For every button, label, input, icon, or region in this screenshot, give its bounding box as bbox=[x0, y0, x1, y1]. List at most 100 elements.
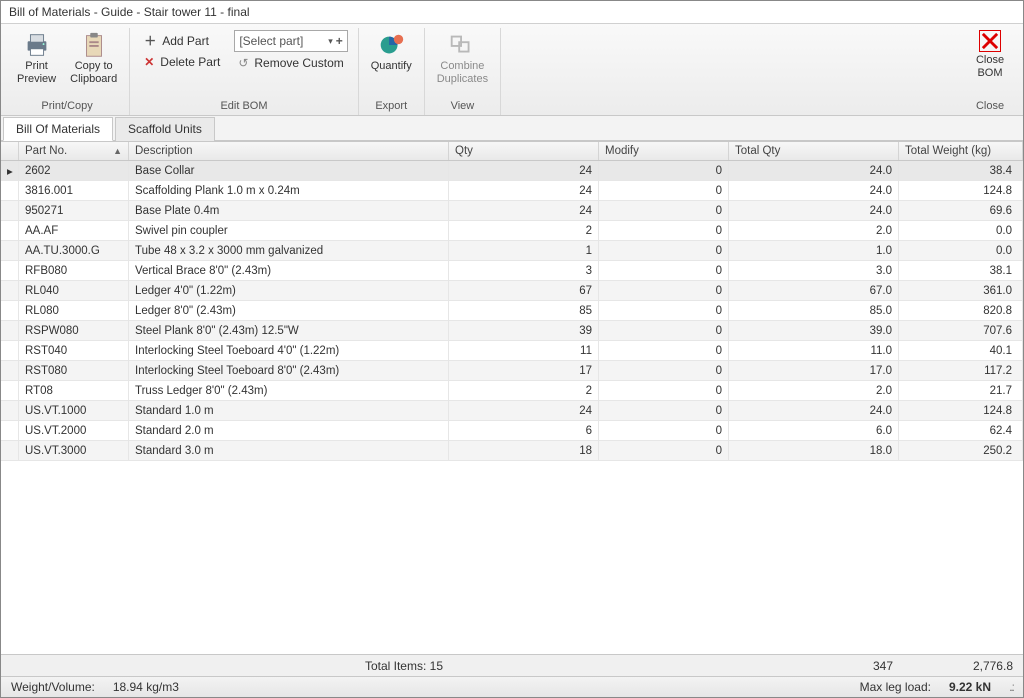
table-row[interactable]: US.VT.2000Standard 2.0 m606.062.4 bbox=[1, 421, 1023, 441]
cell-modify[interactable]: 0 bbox=[599, 161, 729, 180]
total-qty-value: 347 bbox=[729, 657, 899, 675]
grid-body[interactable]: ▸2602Base Collar24024.038.43816.001Scaff… bbox=[1, 161, 1023, 654]
table-row[interactable]: AA.AFSwivel pin coupler202.00.0 bbox=[1, 221, 1023, 241]
cell-description: Tube 48 x 3.2 x 3000 mm galvanized bbox=[129, 241, 449, 260]
cell-description: Steel Plank 8'0" (2.43m) 12.5"W bbox=[129, 321, 449, 340]
table-row[interactable]: RST040Interlocking Steel Toeboard 4'0" (… bbox=[1, 341, 1023, 361]
clipboard-icon bbox=[79, 30, 109, 60]
cell-modify[interactable]: 0 bbox=[599, 301, 729, 320]
cell-description: Interlocking Steel Toeboard 8'0" (2.43m) bbox=[129, 361, 449, 380]
cell-description: Vertical Brace 8'0" (2.43m) bbox=[129, 261, 449, 280]
cell-total-qty: 6.0 bbox=[729, 421, 899, 440]
cell-modify[interactable]: 0 bbox=[599, 381, 729, 400]
cell-modify[interactable]: 0 bbox=[599, 241, 729, 260]
cell-qty[interactable]: 17 bbox=[449, 361, 599, 380]
col-total-qty[interactable]: Total Qty bbox=[729, 142, 899, 160]
cell-total-weight: 62.4 bbox=[899, 421, 1023, 440]
cell-modify[interactable]: 0 bbox=[599, 421, 729, 440]
cell-modify[interactable]: 0 bbox=[599, 181, 729, 200]
cell-modify[interactable]: 0 bbox=[599, 321, 729, 340]
table-row[interactable]: RT08Truss Ledger 8'0" (2.43m)202.021.7 bbox=[1, 381, 1023, 401]
ribbon-group-label: Close bbox=[967, 98, 1013, 115]
cell-modify[interactable]: 0 bbox=[599, 261, 729, 280]
tab-scaffold-units[interactable]: Scaffold Units bbox=[115, 117, 215, 141]
tab-bom[interactable]: Bill Of Materials bbox=[3, 117, 113, 141]
cell-modify[interactable]: 0 bbox=[599, 401, 729, 420]
remove-custom-button[interactable]: ↺ Remove Custom bbox=[234, 54, 347, 72]
cell-qty[interactable]: 24 bbox=[449, 181, 599, 200]
cell-qty[interactable]: 11 bbox=[449, 341, 599, 360]
copy-clipboard-button[interactable]: Copy to Clipboard bbox=[64, 28, 123, 87]
cell-qty[interactable]: 6 bbox=[449, 421, 599, 440]
table-row[interactable]: ▸2602Base Collar24024.038.4 bbox=[1, 161, 1023, 181]
close-bom-button[interactable]: Close BOM bbox=[967, 28, 1013, 81]
table-row[interactable]: 3816.001Scaffolding Plank 1.0 m x 0.24m2… bbox=[1, 181, 1023, 201]
cell-total-qty: 1.0 bbox=[729, 241, 899, 260]
cell-modify[interactable]: 0 bbox=[599, 341, 729, 360]
ribbon-group-label: Print/Copy bbox=[11, 98, 123, 115]
cell-qty[interactable]: 39 bbox=[449, 321, 599, 340]
cell-total-weight: 820.8 bbox=[899, 301, 1023, 320]
cell-part-no: US.VT.2000 bbox=[19, 421, 129, 440]
table-row[interactable]: RL080Ledger 8'0" (2.43m)85085.0820.8 bbox=[1, 301, 1023, 321]
cell-modify[interactable]: 0 bbox=[599, 361, 729, 380]
print-preview-button[interactable]: Print Preview bbox=[11, 28, 62, 87]
table-row[interactable]: RSPW080Steel Plank 8'0" (2.43m) 12.5"W39… bbox=[1, 321, 1023, 341]
table-row[interactable]: RST080Interlocking Steel Toeboard 8'0" (… bbox=[1, 361, 1023, 381]
col-description[interactable]: Description bbox=[129, 142, 449, 160]
cell-modify[interactable]: 0 bbox=[599, 441, 729, 460]
table-row[interactable]: AA.TU.3000.GTube 48 x 3.2 x 3000 mm galv… bbox=[1, 241, 1023, 261]
cell-qty[interactable]: 85 bbox=[449, 301, 599, 320]
cell-part-no: RL040 bbox=[19, 281, 129, 300]
add-part-button[interactable]: ＋ Add Part bbox=[140, 30, 224, 51]
quantify-icon bbox=[376, 30, 406, 60]
cell-part-no: RFB080 bbox=[19, 261, 129, 280]
cell-qty[interactable]: 2 bbox=[449, 221, 599, 240]
cell-qty[interactable]: 24 bbox=[449, 161, 599, 180]
row-indicator bbox=[1, 321, 19, 340]
table-row[interactable]: RFB080Vertical Brace 8'0" (2.43m)303.038… bbox=[1, 261, 1023, 281]
combine-duplicates-button[interactable]: Combine Duplicates bbox=[431, 28, 494, 87]
ribbon-group-print: Print Preview Copy to Clipboard Print/Co… bbox=[5, 28, 130, 115]
resize-grip-icon[interactable]: ..: bbox=[1009, 680, 1013, 694]
cell-modify[interactable]: 0 bbox=[599, 281, 729, 300]
table-row[interactable]: US.VT.3000Standard 3.0 m18018.0250.2 bbox=[1, 441, 1023, 461]
cell-total-weight: 40.1 bbox=[899, 341, 1023, 360]
select-part-dropdown[interactable]: [Select part] ▾ + bbox=[234, 30, 347, 52]
ribbon-group-export: Quantify Export bbox=[359, 28, 425, 115]
cell-qty[interactable]: 18 bbox=[449, 441, 599, 460]
ribbon-group-view: Combine Duplicates View bbox=[425, 28, 501, 115]
row-indicator bbox=[1, 201, 19, 220]
cell-total-qty: 24.0 bbox=[729, 181, 899, 200]
table-row[interactable]: RL040Ledger 4'0" (1.22m)67067.0361.0 bbox=[1, 281, 1023, 301]
cell-qty[interactable]: 2 bbox=[449, 381, 599, 400]
cell-qty[interactable]: 3 bbox=[449, 261, 599, 280]
total-weight-value: 2,776.8 bbox=[899, 657, 1023, 675]
cell-part-no: 950271 bbox=[19, 201, 129, 220]
ribbon-group-label: Export bbox=[365, 98, 418, 115]
cell-qty[interactable]: 24 bbox=[449, 401, 599, 420]
cell-total-qty: 11.0 bbox=[729, 341, 899, 360]
table-row[interactable]: 950271Base Plate 0.4m24024.069.6 bbox=[1, 201, 1023, 221]
table-row[interactable]: US.VT.1000Standard 1.0 m24024.0124.8 bbox=[1, 401, 1023, 421]
col-part-no[interactable]: Part No. ▲ bbox=[19, 142, 129, 160]
undo-icon: ↺ bbox=[238, 56, 248, 70]
quantify-button[interactable]: Quantify bbox=[365, 28, 418, 75]
max-leg-label: Max leg load: bbox=[860, 680, 931, 694]
cell-total-weight: 38.4 bbox=[899, 161, 1023, 180]
cell-qty[interactable]: 67 bbox=[449, 281, 599, 300]
cell-total-qty: 24.0 bbox=[729, 161, 899, 180]
col-total-weight[interactable]: Total Weight (kg) bbox=[899, 142, 1023, 160]
col-modify[interactable]: Modify bbox=[599, 142, 729, 160]
cell-description: Scaffolding Plank 1.0 m x 0.24m bbox=[129, 181, 449, 200]
cell-description: Truss Ledger 8'0" (2.43m) bbox=[129, 381, 449, 400]
cell-qty[interactable]: 1 bbox=[449, 241, 599, 260]
cell-qty[interactable]: 24 bbox=[449, 201, 599, 220]
cell-modify[interactable]: 0 bbox=[599, 201, 729, 220]
delete-part-button[interactable]: ✕ Delete Part bbox=[140, 53, 224, 71]
cell-description: Swivel pin coupler bbox=[129, 221, 449, 240]
ribbon-group-close: Close BOM Close bbox=[961, 28, 1019, 115]
col-qty[interactable]: Qty bbox=[449, 142, 599, 160]
cell-modify[interactable]: 0 bbox=[599, 221, 729, 240]
cell-description: Ledger 8'0" (2.43m) bbox=[129, 301, 449, 320]
